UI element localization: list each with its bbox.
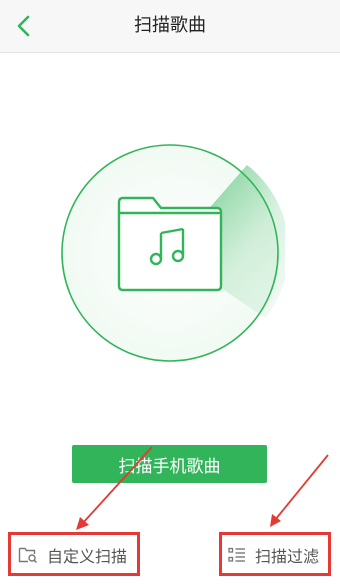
arrow-to-scan-filter <box>270 454 329 527</box>
scan-phone-songs-button[interactable]: 扫描手机歌曲 <box>72 445 267 483</box>
scan-filter-button[interactable]: 扫描过滤 <box>228 537 319 573</box>
list-filter-icon <box>228 547 245 562</box>
scan-filter-label: 扫描过滤 <box>255 547 320 566</box>
scan-radar <box>55 138 289 372</box>
custom-scan-button[interactable]: 自定义扫描 <box>18 537 127 573</box>
top-bar: 扫描歌曲 <box>0 0 340 53</box>
music-folder-icon <box>117 196 223 292</box>
custom-scan-label: 自定义扫描 <box>47 547 128 566</box>
folder-search-icon <box>18 547 38 564</box>
page-title: 扫描歌曲 <box>134 15 206 36</box>
